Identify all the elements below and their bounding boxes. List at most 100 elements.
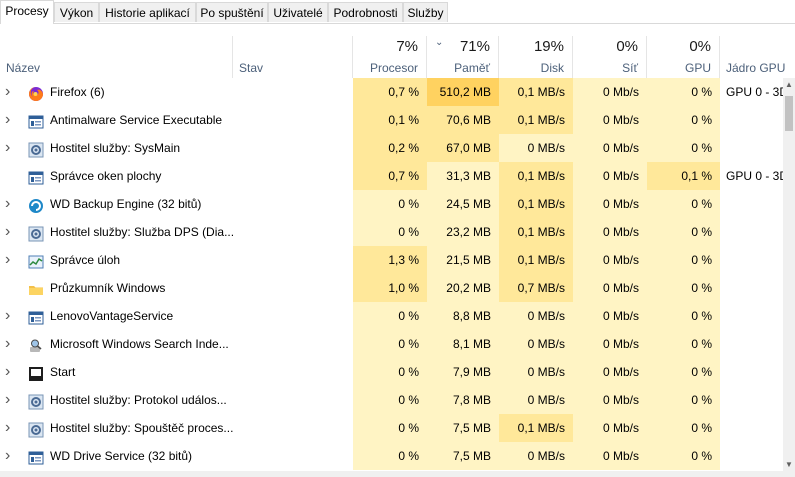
column-header-gpu[interactable]: 0% GPU [647,36,720,78]
process-row[interactable]: › Firefox (6) 0,7 % 510,2 MB 0,1 MB/s 0 Mb/s 0… [0,78,783,106]
process-row[interactable]: › WD Drive Service (32 bitů) 0 % 7,5 MB 0 MB… [0,442,783,470]
process-row[interactable]: Správce oken plochy 0,7 % 31,3 MB 0,1 MB/s 0… [0,162,783,190]
process-name: Hostitel služby: SysMain [50,141,181,155]
column-header-name[interactable]: Název [0,36,233,78]
process-row[interactable]: › Hostitel služby: Služba DPS (Dia... 0 % 2… [0,218,783,246]
tab-services[interactable]: Služby [403,2,448,22]
process-net-cell: 0 Mb/s [573,386,647,414]
process-disk-cell: 0,1 MB/s [499,414,573,442]
expand-chevron-icon[interactable]: › [5,134,15,162]
expand-chevron-icon[interactable]: › [5,106,15,134]
column-header-network[interactable]: 0% Síť [573,36,647,78]
tab-users[interactable]: Uživatelé [268,2,328,22]
process-gpu-cell: 0 % [647,414,720,442]
process-row[interactable]: › WD Backup Engine (32 bitů) 0 % 24,5 MB 0,1… [0,190,783,218]
column-header-gpu-engine[interactable]: Jádro GPU [720,36,795,78]
process-disk-cell: 0,7 MB/s [499,274,573,302]
process-cpu-cell: 0 % [353,330,427,358]
process-disk-cell: 0,1 MB/s [499,246,573,274]
process-row[interactable]: › Microsoft Windows Search Inde... 0 % 8,1 … [0,330,783,358]
horizontal-scrollbar[interactable] [0,471,795,477]
process-gpu-cell: 0 % [647,442,720,470]
process-name: Microsoft Windows Search Inde... [50,337,229,351]
column-header-cpu[interactable]: 7% Procesor [353,36,427,78]
process-name-cell: › Hostitel služby: SysMain [0,134,233,162]
process-mem-cell: 24,5 MB [427,190,499,218]
process-gpu-cell: 0 % [647,78,720,106]
process-gpu-engine-cell [720,134,783,162]
process-gpu-engine-cell [720,358,783,386]
process-gpu-cell: 0 % [647,358,720,386]
process-gpu-engine-cell [720,330,783,358]
expand-chevron-icon[interactable]: › [5,78,15,106]
process-name-cell: › WD Drive Service (32 bitů) [0,442,233,470]
scroll-down-arrow-icon[interactable]: ▼ [785,460,793,469]
task-manager-icon [28,252,44,269]
column-header-memory[interactable]: ⌄ 71% Paměť [427,36,499,78]
process-gpu-engine-cell: GPU 0 - 3D [726,169,783,183]
process-row[interactable]: › Správce úloh 1,3 % 21,5 MB 0,1 MB/s 0 Mb/s 0… [0,246,783,274]
expand-chevron-icon[interactable]: › [5,302,15,330]
column-header-disk[interactable]: 19% Disk [499,36,573,78]
process-disk-cell: 0,1 MB/s [499,190,573,218]
process-name: Start [50,365,76,379]
tab-app-history[interactable]: Historie aplikací [99,2,196,22]
process-name: Hostitel služby: Spouštěč proces... [50,421,233,435]
process-gpu-engine-cell [720,218,783,246]
expand-chevron-icon[interactable]: › [5,414,15,442]
process-gpu-engine-cell [720,414,783,442]
process-mem-cell: 8,8 MB [427,302,499,330]
process-disk-cell: 0 MB/s [499,302,573,330]
process-row[interactable]: › Hostitel služby: Protokol událos... 0 % 7… [0,386,783,414]
expand-chevron-icon[interactable]: › [5,330,15,358]
process-mem-cell: 510,2 MB [427,78,499,106]
process-row[interactable]: › Hostitel služby: Spouštěč proces... 0 % 7… [0,414,783,442]
process-mem-cell: 7,8 MB [427,386,499,414]
process-mem-cell: 8,1 MB [427,330,499,358]
process-name: WD Drive Service (32 bitů) [50,449,193,463]
process-disk-cell: 0 MB/s [499,358,573,386]
gpu-total-percent: 0% [689,38,711,55]
process-gpu-engine-cell [720,386,783,414]
process-disk-cell: 0 MB/s [499,442,573,470]
column-header-gpu-label: GPU [684,61,711,75]
expand-chevron-icon[interactable]: › [5,442,15,470]
process-name: Antimalware Service Executable [50,113,223,127]
process-mem-cell: 21,5 MB [427,246,499,274]
process-row[interactable]: › Hostitel služby: SysMain 0,2 % 67,0 MB 0 M… [0,134,783,162]
expand-chevron-icon[interactable]: › [5,358,15,386]
process-disk-cell: 0 MB/s [499,386,573,414]
expand-chevron-icon[interactable]: › [5,190,15,218]
process-net-cell: 0 Mb/s [573,78,647,106]
process-net-cell: 0 Mb/s [573,106,647,134]
vertical-scrollbar[interactable]: ▲ ▼ [783,78,795,471]
process-mem-cell: 31,3 MB [427,162,499,190]
tab-details[interactable]: Podrobnosti [328,2,403,22]
tab-startup[interactable]: Po spuštění [196,2,268,22]
service-window-icon [28,308,44,325]
scroll-up-arrow-icon[interactable]: ▲ [785,80,793,89]
expand-chevron-icon[interactable]: › [5,246,15,274]
process-name-cell: › LenovoVantageService [0,302,233,330]
process-cpu-cell: 0 % [353,442,427,470]
process-gpu-engine-cell [720,190,783,218]
expand-chevron-icon[interactable]: › [5,386,15,414]
tab-processes[interactable]: Procesy [0,0,54,24]
process-name: Správce oken plochy [50,169,162,183]
process-name: LenovoVantageService [50,309,174,323]
scrollbar-thumb[interactable] [785,96,793,131]
column-header-network-label: Síť [622,61,638,75]
expand-chevron-icon[interactable]: › [5,218,15,246]
process-gpu-engine-cell: GPU 0 - 3D [726,85,783,99]
gear-icon [28,140,44,158]
start-window-icon [28,364,44,381]
process-mem-cell: 7,9 MB [427,358,499,386]
process-disk-cell: 0 MB/s [499,134,573,162]
process-row[interactable]: › LenovoVantageService 0 % 8,8 MB 0 MB/s 0 Mb… [0,302,783,330]
process-row[interactable]: › Antimalware Service Executable 0,1 % 70,6… [0,106,783,134]
process-row[interactable]: › Start 0 % 7,9 MB 0 MB/s 0 Mb/s 0 % [0,358,783,386]
tab-performance[interactable]: Výkon [54,2,99,22]
column-header-status[interactable]: Stav [233,36,353,78]
process-row[interactable]: Průzkumník Windows 1,0 % 20,2 MB 0,7 MB/s 0 … [0,274,783,302]
process-name-cell: › Hostitel služby: Protokol událos... [0,386,233,414]
